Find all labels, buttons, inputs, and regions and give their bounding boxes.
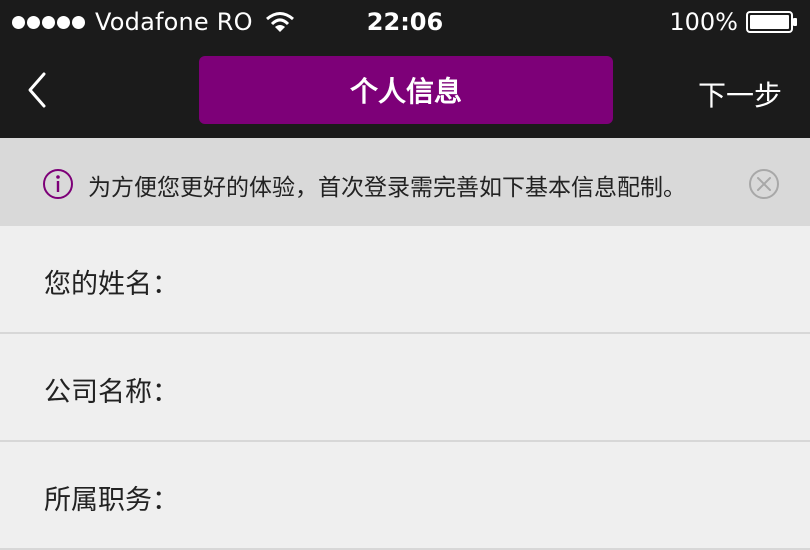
form-row-name: 您的姓名：: [0, 226, 810, 334]
notice-text: 为方便您更好的体验，首次登录需完善如下基本信息配制。: [88, 175, 686, 201]
navigation-bar: 个人信息 下一步: [0, 44, 810, 138]
name-label: 您的姓名：: [44, 269, 179, 300]
battery-percentage: 100%: [669, 8, 738, 36]
close-icon[interactable]: [748, 168, 780, 200]
company-label: 公司名称：: [44, 377, 179, 408]
name-input[interactable]: [190, 244, 784, 316]
info-icon: [43, 169, 73, 199]
status-right: 100%: [669, 8, 798, 36]
page-title: 个人信息: [199, 56, 613, 124]
chevron-left-icon[interactable]: [18, 70, 58, 110]
company-input[interactable]: [190, 352, 784, 424]
status-bar: Vodafone RO 22:06 100%: [0, 0, 810, 44]
notice-banner: 为方便您更好的体验，首次登录需完善如下基本信息配制。: [0, 138, 810, 226]
position-input[interactable]: [190, 460, 784, 532]
next-step-button[interactable]: 下一步: [698, 74, 782, 114]
form-row-position: 所属职务：: [0, 442, 810, 550]
form-row-company: 公司名称：: [0, 334, 810, 442]
battery-icon: [746, 11, 797, 33]
position-label: 所属职务：: [44, 485, 179, 516]
